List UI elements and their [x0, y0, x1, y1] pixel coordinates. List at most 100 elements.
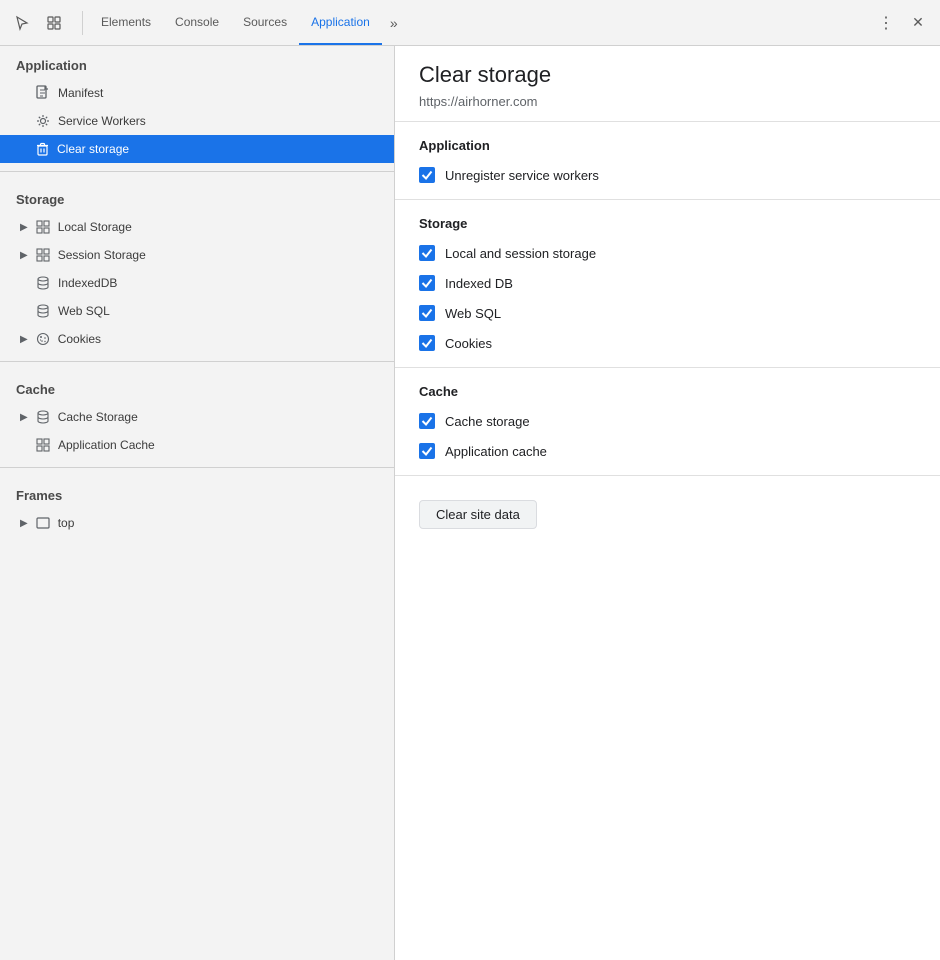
checkbox-cookies[interactable]: Cookies [419, 335, 916, 351]
sidebar: Application Manifest Service Workers [0, 46, 395, 960]
manifest-label: Manifest [58, 86, 103, 100]
tab-sources[interactable]: Sources [231, 0, 299, 45]
content-url: https://airhorner.com [419, 94, 916, 109]
cookies-label: Cookies [58, 332, 101, 346]
cookie-icon [36, 332, 50, 346]
checkbox-unregister-sw-label: Unregister service workers [445, 168, 599, 183]
app-cache-label: Application Cache [58, 438, 155, 452]
checkbox-local-session[interactable]: Local and session storage [419, 245, 916, 261]
checkmark-icon [421, 169, 433, 181]
content-section-application: Application Unregister service workers [395, 122, 940, 200]
more-options-button[interactable]: ⋮ [872, 9, 900, 37]
sidebar-item-local-storage[interactable]: ▶ Local Storage [0, 213, 394, 241]
checkbox-cache-storage-label: Cache storage [445, 414, 530, 429]
trash-icon [36, 142, 49, 157]
main-layout: Application Manifest Service Workers [0, 46, 940, 960]
toolbar-icon-group [8, 9, 68, 37]
frame-icon [36, 517, 50, 529]
checkbox-cookies-label: Cookies [445, 336, 492, 351]
tab-elements[interactable]: Elements [89, 0, 163, 45]
sidebar-item-websql[interactable]: Web SQL [0, 297, 394, 325]
cache-divider [0, 361, 394, 362]
toolbar-divider [82, 11, 83, 35]
checkmark-icon-2 [421, 247, 433, 259]
tab-more[interactable]: » [382, 0, 406, 45]
sidebar-item-clear-storage[interactable]: Clear storage [0, 135, 394, 163]
sidebar-item-cookies[interactable]: ▶ Cookies [0, 325, 394, 353]
clear-storage-label: Clear storage [57, 142, 129, 156]
service-workers-label: Service Workers [58, 114, 146, 128]
checkbox-app-cache-box[interactable] [419, 443, 435, 459]
sidebar-item-session-storage[interactable]: ▶ Session Storage [0, 241, 394, 269]
checkbox-websql-label: Web SQL [445, 306, 501, 321]
sidebar-item-app-cache[interactable]: Application Cache [0, 431, 394, 459]
content-section-application-title: Application [419, 138, 916, 153]
content-title: Clear storage [419, 62, 916, 88]
tab-console[interactable]: Console [163, 0, 231, 45]
local-storage-label: Local Storage [58, 220, 132, 234]
cursor-icon-button[interactable] [8, 9, 36, 37]
content-section-clear-btn: Clear site data [395, 476, 940, 545]
grid-icon-session [36, 248, 50, 262]
gear-icon [36, 114, 50, 128]
arrow-right-icon-session: ▶ [20, 250, 28, 261]
sidebar-section-storage: Storage [0, 180, 394, 213]
checkmark-icon-3 [421, 277, 433, 289]
inspect-icon [46, 15, 62, 31]
sidebar-item-cache-storage[interactable]: ▶ Cache Storage [0, 403, 394, 431]
clear-site-data-button[interactable]: Clear site data [419, 500, 537, 529]
checkmark-icon-7 [421, 445, 433, 457]
checkbox-unregister-sw[interactable]: Unregister service workers [419, 167, 916, 183]
sidebar-section-frames: Frames [0, 476, 394, 509]
checkbox-cookies-box[interactable] [419, 335, 435, 351]
checkbox-websql[interactable]: Web SQL [419, 305, 916, 321]
websql-label: Web SQL [58, 304, 110, 318]
content-section-cache-title: Cache [419, 384, 916, 399]
grid-icon-appcache [36, 438, 50, 452]
sidebar-item-manifest[interactable]: Manifest [0, 79, 394, 107]
checkbox-indexeddb[interactable]: Indexed DB [419, 275, 916, 291]
close-devtools-button[interactable]: ✕ [904, 9, 932, 37]
content-header: Clear storage https://airhorner.com [395, 46, 940, 122]
content-section-cache: Cache Cache storage Application cache [395, 368, 940, 476]
devtools-toolbar: Elements Console Sources Application » ⋮… [0, 0, 940, 46]
checkbox-cache-storage-box[interactable] [419, 413, 435, 429]
checkbox-local-session-box[interactable] [419, 245, 435, 261]
grid-icon-local [36, 220, 50, 234]
cursor-icon [14, 15, 30, 31]
sidebar-item-service-workers[interactable]: Service Workers [0, 107, 394, 135]
checkbox-indexeddb-label: Indexed DB [445, 276, 513, 291]
arrow-right-icon-cookies: ▶ [20, 334, 28, 345]
indexeddb-label: IndexedDB [58, 276, 117, 290]
session-storage-label: Session Storage [58, 248, 146, 262]
database-icon-cache [36, 410, 50, 425]
storage-divider [0, 171, 394, 172]
frames-divider [0, 467, 394, 468]
checkbox-app-cache[interactable]: Application cache [419, 443, 916, 459]
sidebar-item-top-frame[interactable]: ▶ top [0, 509, 394, 537]
sidebar-section-application: Application [0, 46, 394, 79]
top-frame-label: top [58, 516, 75, 530]
toolbar-right: ⋮ ✕ [872, 9, 932, 37]
arrow-right-icon-cache: ▶ [20, 412, 28, 423]
content-panel: Clear storage https://airhorner.com Appl… [395, 46, 940, 960]
kebab-icon: ⋮ [878, 13, 894, 33]
database-icon-websql [36, 304, 50, 319]
checkbox-websql-box[interactable] [419, 305, 435, 321]
checkbox-app-cache-label: Application cache [445, 444, 547, 459]
arrow-right-icon-frame: ▶ [20, 518, 28, 529]
tab-application[interactable]: Application [299, 0, 382, 45]
cache-storage-label: Cache Storage [58, 410, 138, 424]
close-icon: ✕ [912, 14, 924, 31]
checkbox-indexeddb-box[interactable] [419, 275, 435, 291]
arrow-right-icon: ▶ [20, 222, 28, 233]
sidebar-section-cache: Cache [0, 370, 394, 403]
inspect-icon-button[interactable] [40, 9, 68, 37]
checkmark-icon-5 [421, 337, 433, 349]
content-section-storage: Storage Local and session storage Indexe… [395, 200, 940, 368]
sidebar-item-indexeddb[interactable]: IndexedDB [0, 269, 394, 297]
checkbox-unregister-sw-box[interactable] [419, 167, 435, 183]
toolbar-tabs: Elements Console Sources Application » [89, 0, 872, 45]
checkbox-cache-storage[interactable]: Cache storage [419, 413, 916, 429]
checkbox-local-session-label: Local and session storage [445, 246, 596, 261]
